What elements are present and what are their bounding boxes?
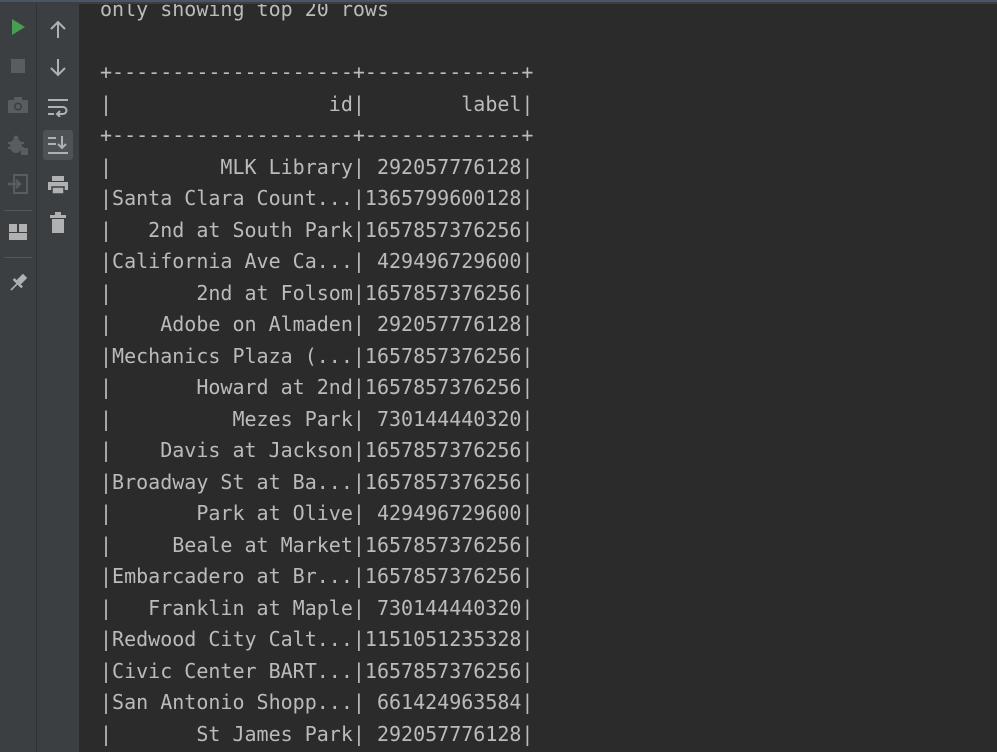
- table-header: | id| label|: [100, 92, 534, 116]
- debug-icon[interactable]: [3, 130, 33, 160]
- table-row: | Beale at Market|1657857376256|: [100, 533, 534, 557]
- run-icon[interactable]: [3, 12, 33, 42]
- soft-wrap-icon[interactable]: [43, 92, 73, 122]
- table-row: |California Ave Ca...| 429496729600|: [100, 249, 534, 273]
- run-toolbar-left: [0, 4, 37, 752]
- arrow-down-icon[interactable]: [43, 53, 73, 83]
- table-row: |Redwood City Calt...|1151051235328|: [100, 627, 534, 651]
- console-toolbar: [37, 4, 80, 752]
- arrow-up-icon[interactable]: [43, 14, 73, 44]
- table-row: | Adobe on Almaden| 292057776128|: [100, 312, 534, 336]
- layout-icon[interactable]: [3, 217, 33, 247]
- pin-icon[interactable]: [3, 268, 33, 298]
- table-row: | 2nd at Folsom|1657857376256|: [100, 281, 534, 305]
- table-border: +--------------------+-------------+: [100, 123, 534, 147]
- table-row: | Howard at 2nd|1657857376256|: [100, 375, 534, 399]
- table-row: | Davis at Jackson|1657857376256|: [100, 438, 534, 462]
- toolbar-separator: [4, 210, 32, 211]
- toolbar-separator: [4, 257, 32, 258]
- table-row: | 2nd at South Park|1657857376256|: [100, 218, 534, 242]
- table-row: |Santa Clara Count...|1365799600128|: [100, 186, 534, 210]
- stop-icon[interactable]: [3, 51, 33, 81]
- console-output[interactable]: only showing top 20 rows +--------------…: [80, 4, 997, 752]
- print-icon[interactable]: [43, 170, 73, 200]
- table-border: +--------------------+-------------+: [100, 60, 534, 84]
- table-row: | MLK Library| 292057776128|: [100, 155, 534, 179]
- scroll-to-end-icon[interactable]: [43, 130, 73, 160]
- trash-icon[interactable]: [43, 208, 73, 238]
- table-row: | Franklin at Maple| 730144440320|: [100, 596, 534, 620]
- table-row: |Broadway St at Ba...|1657857376256|: [100, 470, 534, 494]
- table-row: | St James Park| 292057776128|: [100, 722, 534, 746]
- table-row: |Embarcadero at Br...|1657857376256|: [100, 564, 534, 588]
- table-row: | Park at Olive| 429496729600|: [100, 501, 534, 525]
- console-line: only showing top 20 rows: [100, 4, 389, 21]
- top-accent-line: [0, 0, 997, 2]
- table-row: |Civic Center BART...|1657857376256|: [100, 659, 534, 683]
- table-row: | Mezes Park| 730144440320|: [100, 407, 534, 431]
- table-row: |San Antonio Shopp...| 661424963584|: [100, 690, 534, 714]
- exit-icon[interactable]: [3, 169, 33, 199]
- camera-icon[interactable]: [3, 90, 33, 120]
- table-row: |Mechanics Plaza (...|1657857376256|: [100, 344, 534, 368]
